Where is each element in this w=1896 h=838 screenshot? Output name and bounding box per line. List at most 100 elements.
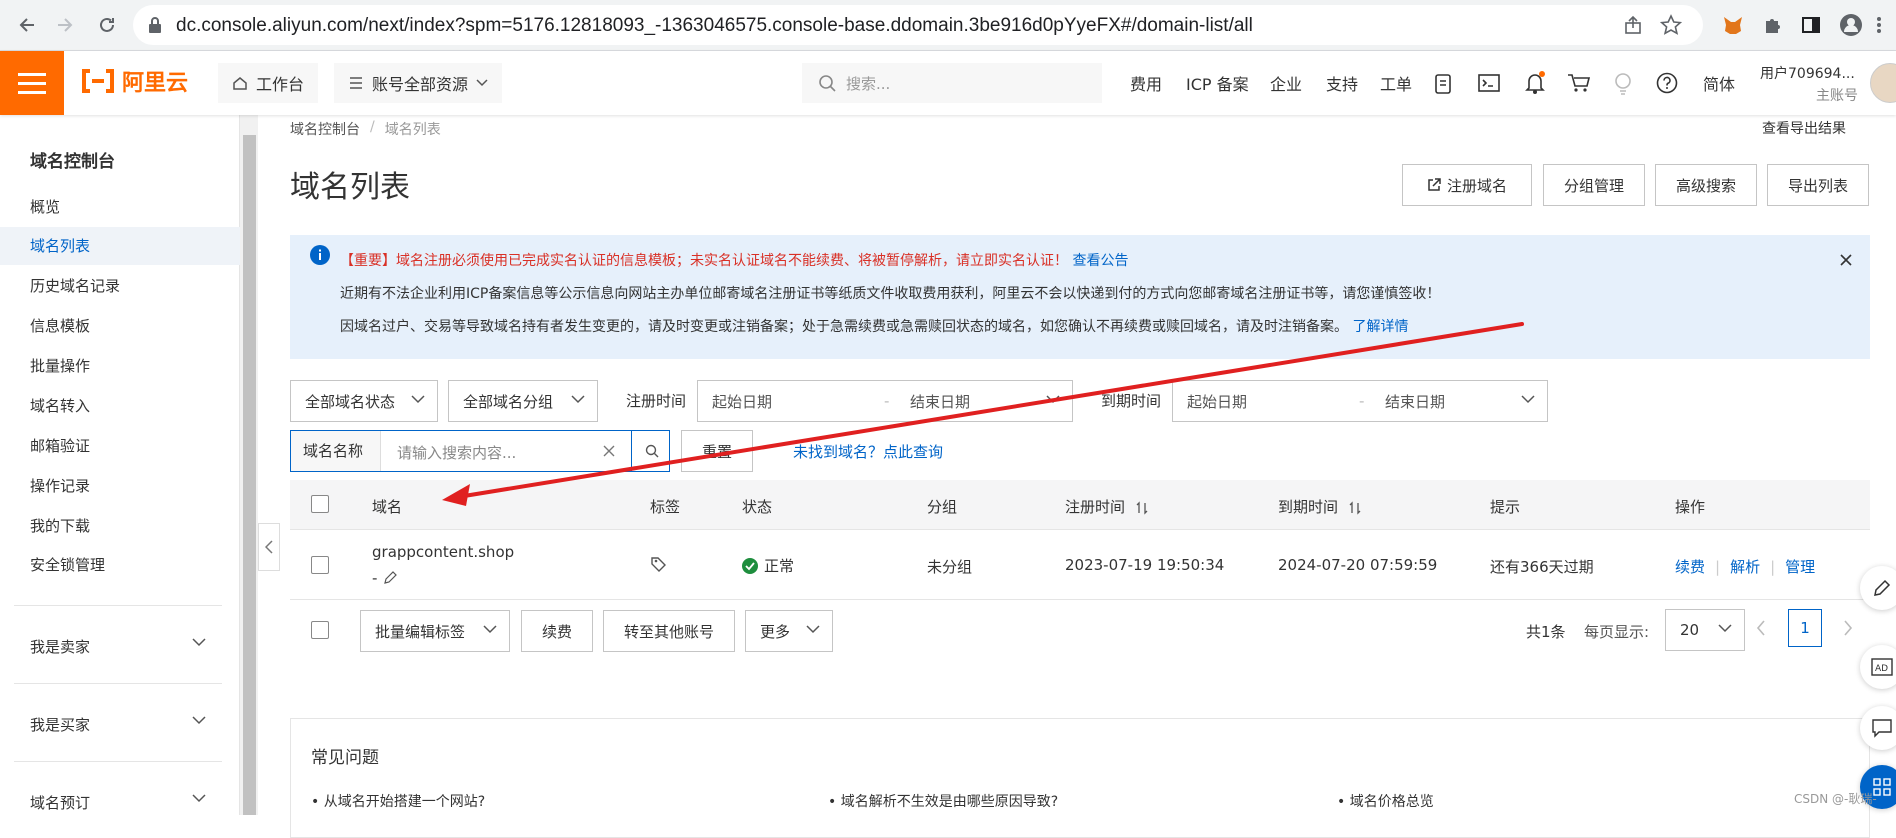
share-icon[interactable] (1623, 15, 1643, 35)
extensions-puzzle-icon[interactable] (1760, 12, 1786, 38)
sidebar-collapse-button[interactable] (258, 523, 280, 571)
profile-icon[interactable] (1838, 12, 1864, 38)
float-ad-icon[interactable]: AD (1860, 645, 1896, 689)
faq-item-dns[interactable]: • 域名解析不生效是由哪些原因导致? (828, 791, 1058, 811)
close-icon[interactable] (1840, 254, 1852, 266)
renew-link[interactable]: 续费 (1675, 556, 1705, 577)
url-text[interactable]: dc.console.aliyun.com/next/index?spm=517… (176, 15, 1253, 37)
group-select[interactable]: 全部域名分组 (448, 380, 598, 422)
domain-search-box[interactable]: 域名名称 请输入搜索内容... (290, 430, 670, 472)
global-search-input[interactable]: 搜索... (802, 63, 1102, 103)
reset-button[interactable]: 重置 (681, 430, 753, 472)
tag-icon[interactable] (651, 556, 667, 572)
nav-enterprise[interactable]: 企业 (1270, 71, 1302, 95)
lightbulb-icon[interactable] (1614, 72, 1632, 96)
float-chat-icon[interactable] (1860, 706, 1896, 750)
nav-icp[interactable]: ICP 备案 (1186, 71, 1249, 95)
nav-ticket[interactable]: 工单 (1380, 71, 1412, 95)
chevron-down-icon (1046, 395, 1060, 404)
notice-announcement-link[interactable]: 查看公告 (1072, 253, 1128, 269)
more-select[interactable]: 更多 (745, 610, 833, 652)
bulk-edit-tags-select[interactable]: 批量编辑标签 (360, 610, 510, 652)
domain-link[interactable]: grappcontent.shop (372, 543, 514, 561)
sidebar-item-batch[interactable]: 批量操作 (0, 347, 240, 385)
transfer-account-button[interactable]: 转至其他账号 (603, 610, 735, 652)
col-registered[interactable]: 注册时间 (1065, 496, 1148, 517)
manage-link[interactable]: 管理 (1785, 556, 1815, 577)
nav-billing[interactable]: 费用 (1130, 71, 1162, 95)
edit-pencil-icon[interactable] (383, 571, 398, 585)
terminal-icon[interactable] (1478, 73, 1500, 93)
next-page-icon[interactable] (1843, 620, 1853, 636)
sidebar-item-email-verify[interactable]: 邮箱验证 (0, 427, 240, 465)
col-expires[interactable]: 到期时间 (1278, 496, 1361, 517)
sidebar-item-overview[interactable]: 概览 (0, 188, 240, 226)
select-all-checkbox[interactable] (311, 495, 329, 513)
bulk-renew-button[interactable]: 续费 (521, 610, 593, 652)
aliyun-logo[interactable]: 阿里云 (80, 65, 188, 97)
fox-extension-icon[interactable] (1720, 12, 1746, 38)
sidebar-item-domain-list[interactable]: 域名列表 (0, 227, 240, 265)
per-page-select[interactable]: 20 (1665, 609, 1745, 651)
chevron-down-icon (1718, 624, 1732, 633)
domain-search-input[interactable]: 请输入搜索内容... (397, 442, 516, 463)
bulk-select-checkbox[interactable] (311, 621, 329, 639)
breadcrumb-root[interactable]: 域名控制台 (290, 119, 360, 139)
address-bar[interactable]: dc.console.aliyun.com/next/index?spm=517… (133, 5, 1703, 45)
search-field-label[interactable]: 域名名称 (291, 431, 381, 471)
more-label: 更多 (760, 622, 791, 641)
dns-resolve-link[interactable]: 解析 (1730, 556, 1760, 577)
app-icon[interactable] (1433, 73, 1453, 95)
sidebar-item-templates[interactable]: 信息模板 (0, 307, 240, 345)
bookmark-star-icon[interactable] (1660, 14, 1682, 36)
exp-date-range[interactable]: 起始日期 - 结束日期 (1172, 380, 1548, 422)
sidebar-item-oplog[interactable]: 操作记录 (0, 467, 240, 505)
date-separator: - (884, 392, 890, 410)
help-icon[interactable] (1656, 72, 1678, 94)
group-manage-button[interactable]: 分组管理 (1543, 164, 1645, 206)
search-submit-button[interactable] (631, 431, 671, 471)
resources-dropdown[interactable]: 账号全部资源 (334, 63, 503, 103)
prev-page-icon[interactable] (1756, 620, 1766, 636)
reg-date-range[interactable]: 起始日期 - 结束日期 (697, 380, 1073, 422)
float-edit-icon[interactable] (1860, 566, 1896, 610)
sidebar-item-downloads[interactable]: 我的下载 (0, 507, 240, 545)
bell-icon[interactable] (1524, 71, 1546, 95)
not-found-link[interactable]: 未找到域名？点此查询 (793, 441, 943, 462)
logo-text: 阿里云 (122, 71, 189, 96)
export-results-link[interactable]: 查看导出结果 (1762, 118, 1846, 138)
registered-cell: 2023-07-19 19:50:34 (1065, 556, 1225, 574)
lock-icon[interactable] (147, 16, 163, 34)
faq-item-pricing[interactable]: • 域名价格总览 (1337, 791, 1434, 811)
avatar[interactable] (1870, 63, 1896, 103)
sidebar-group-reservation[interactable]: 域名预订 (14, 761, 222, 837)
forward-icon[interactable] (52, 12, 78, 38)
clear-icon[interactable] (603, 445, 615, 457)
browser-menu-icon[interactable] (1866, 12, 1892, 38)
sidebar-scrollbar-thumb[interactable] (243, 135, 256, 815)
cart-icon[interactable] (1567, 73, 1591, 93)
nav-support[interactable]: 支持 (1326, 71, 1358, 95)
register-domain-button[interactable]: 注册域名 (1402, 164, 1532, 206)
sidebar-item-history[interactable]: 历史域名记录 (0, 267, 240, 305)
notice-learn-more-link[interactable]: 了解详情 (1352, 319, 1408, 335)
user-name[interactable]: 用户709694... (1760, 63, 1855, 83)
sidebar-item-security-lock[interactable]: 安全锁管理 (0, 546, 240, 584)
sidebar-group-buyer[interactable]: 我是买家 (14, 683, 222, 759)
advanced-search-button[interactable]: 高级搜索 (1655, 164, 1757, 206)
language-switch[interactable]: 简体 (1703, 71, 1735, 95)
export-list-button[interactable]: 导出列表 (1767, 164, 1869, 206)
row-checkbox[interactable] (311, 556, 329, 574)
status-select[interactable]: 全部域名状态 (290, 380, 438, 422)
workbench-label: 工作台 (256, 75, 305, 94)
side-panel-icon[interactable] (1798, 12, 1824, 38)
reload-icon[interactable] (94, 12, 120, 38)
workbench-button[interactable]: 工作台 (218, 63, 319, 103)
back-icon[interactable] (14, 12, 40, 38)
menu-icon[interactable] (0, 51, 64, 115)
sidebar-item-transfer-in[interactable]: 域名转入 (0, 387, 240, 425)
page-1-button[interactable]: 1 (1788, 609, 1822, 647)
sidebar-group-seller[interactable]: 我是卖家 (14, 605, 222, 681)
faq-item-website[interactable]: • 从域名开始搭建一个网站? (311, 791, 485, 811)
user-role: 主账号 (1816, 88, 1858, 104)
